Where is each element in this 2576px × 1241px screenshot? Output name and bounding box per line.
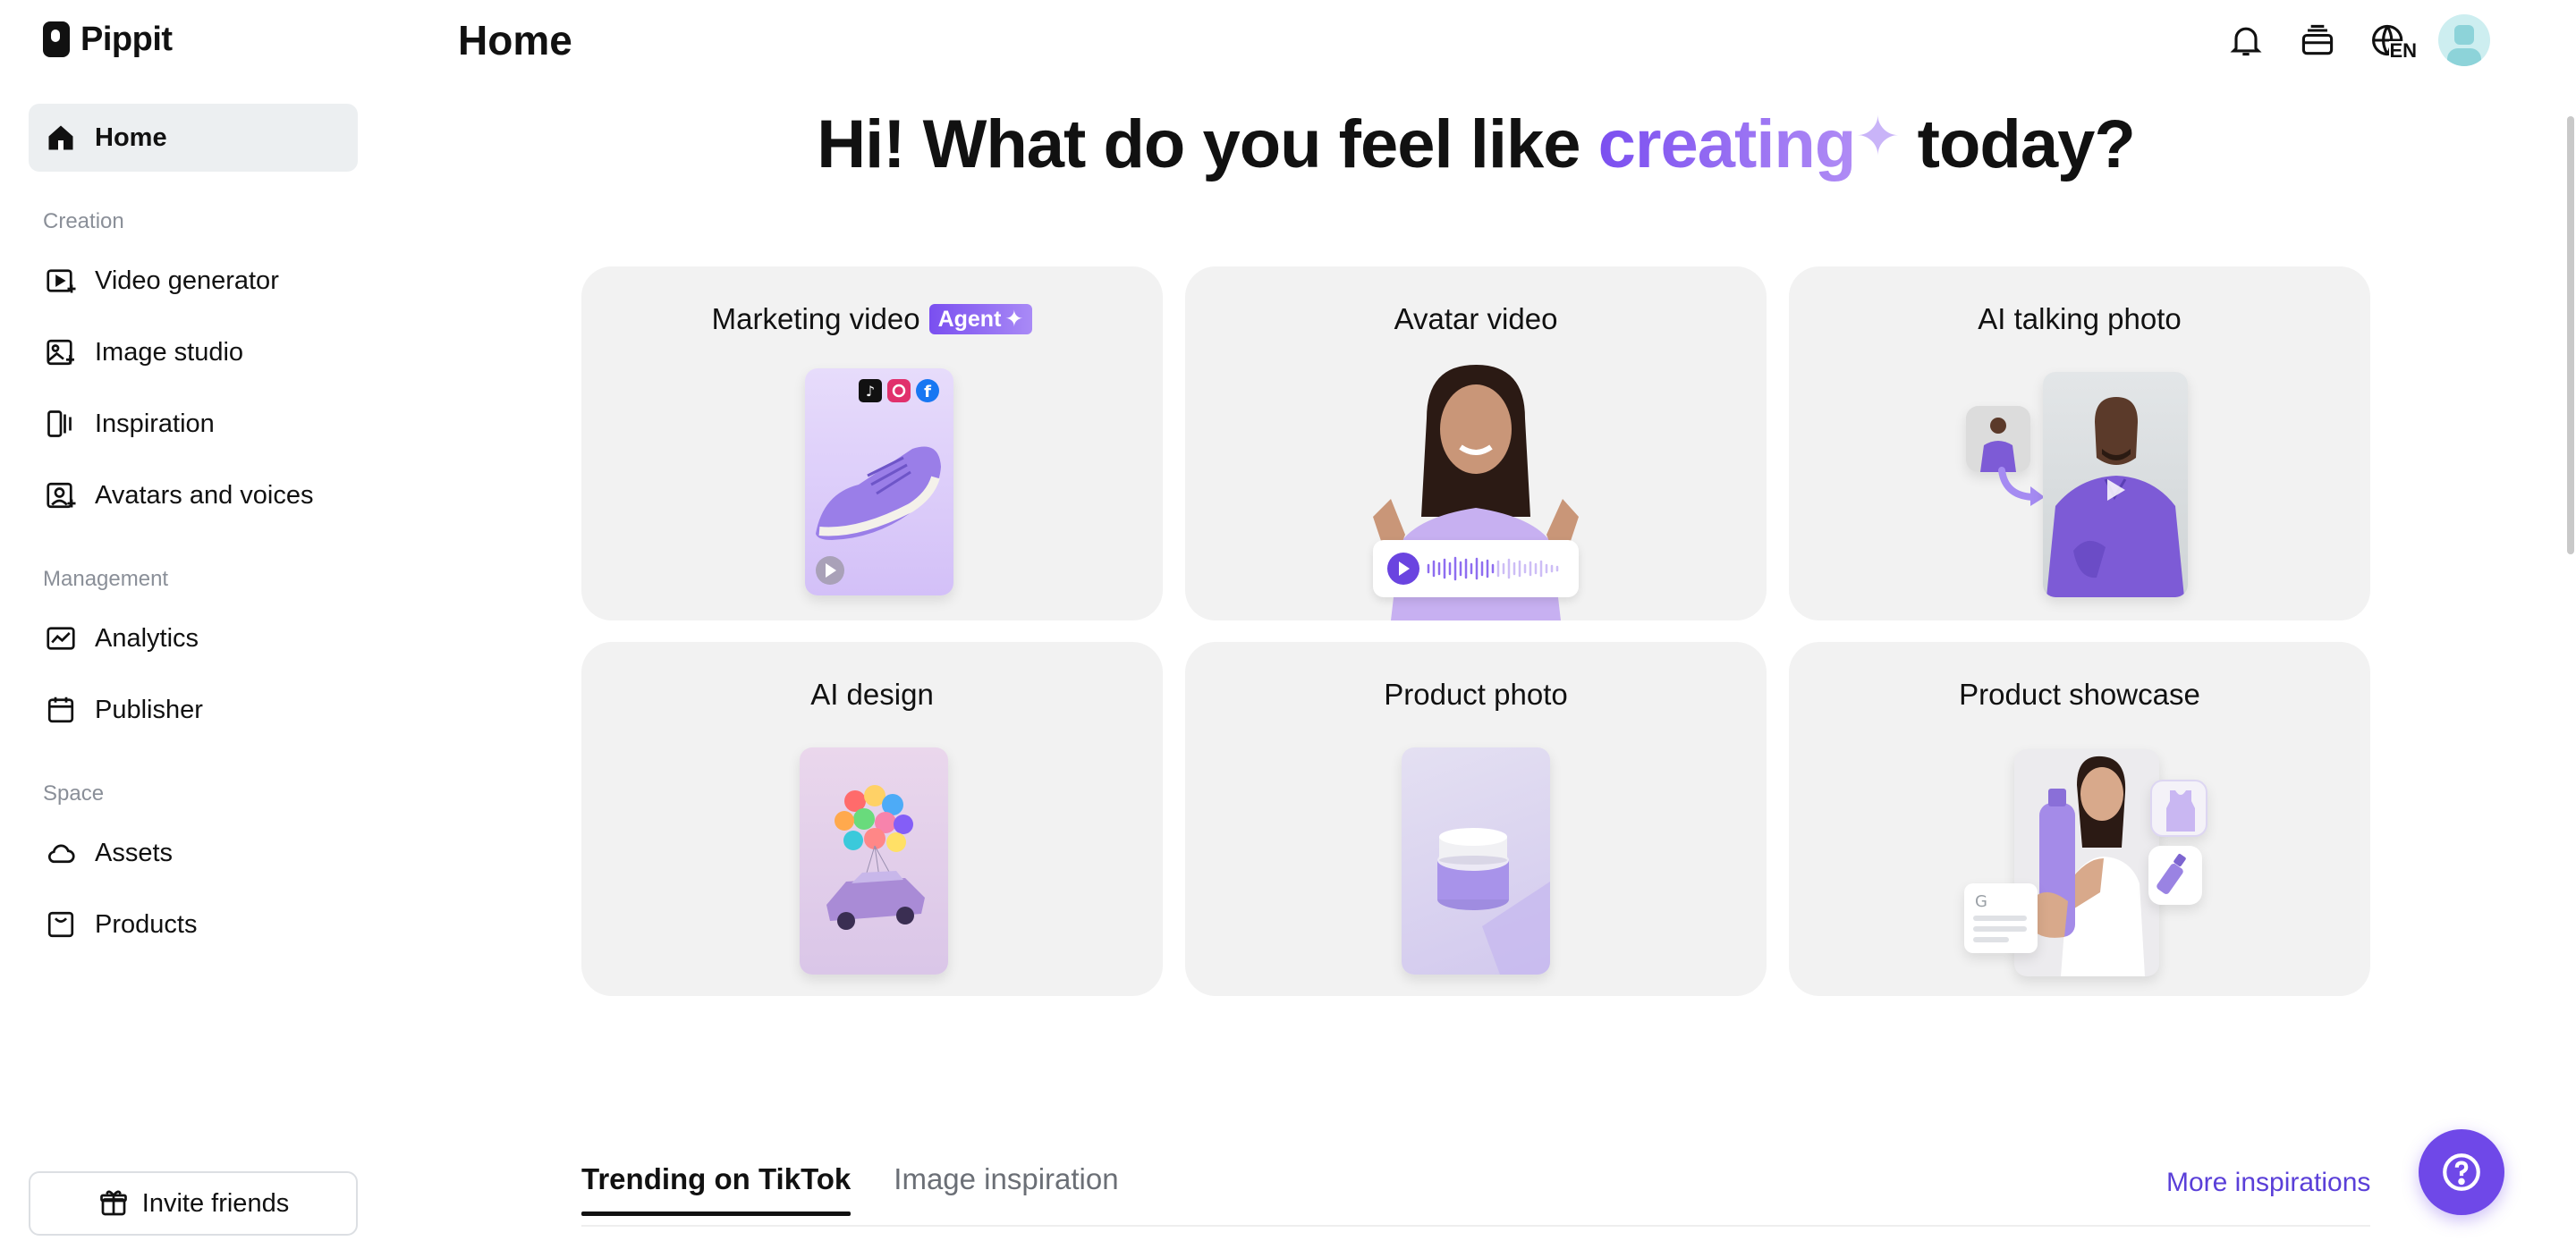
language-code: EN	[2389, 39, 2417, 62]
card-title-text: Product photo	[1384, 678, 1568, 711]
sidebar-item-image-studio[interactable]: Image studio	[29, 324, 358, 381]
language-button[interactable]: EN	[2367, 18, 2417, 63]
sidebar-item-publisher[interactable]: Publisher	[29, 681, 358, 739]
scrollbar[interactable]	[2563, 116, 2576, 554]
sidebar-item-label: Inspiration	[95, 409, 215, 438]
cloud-icon	[45, 837, 77, 869]
app-logo[interactable]: Pippit	[43, 18, 173, 61]
sidebar-item-label: Assets	[95, 838, 174, 867]
inspiration-tabs: Trending on TikTok Image inspiration	[581, 1162, 1119, 1216]
sidebar-item-label: Products	[95, 909, 198, 939]
sidebar-item-analytics[interactable]: Analytics	[29, 610, 358, 667]
agent-badge: Agent ✦	[928, 304, 1033, 334]
arrow-icon	[1998, 467, 2045, 506]
audio-player[interactable]	[1373, 540, 1579, 597]
card-title: AI talking photo	[1789, 302, 2370, 336]
sidebar-item-inspiration[interactable]: Inspiration	[29, 395, 358, 452]
card-product-showcase[interactable]: Product showcase G	[1789, 642, 2370, 996]
scrollbar-thumb[interactable]	[2567, 116, 2574, 554]
card-title-text: Product showcase	[1959, 678, 2200, 711]
card-title-text: AI design	[810, 678, 934, 711]
invite-friends-label: Invite friends	[141, 1188, 290, 1218]
sidebar-item-products[interactable]: Products	[29, 896, 358, 953]
card-ai-talking-photo[interactable]: AI talking photo	[1789, 266, 2370, 620]
avatar-icon	[45, 479, 77, 511]
tab-image-inspiration[interactable]: Image inspiration	[894, 1162, 1118, 1216]
source-photo-thumbnail	[1966, 406, 2030, 472]
tabs-divider	[581, 1225, 2370, 1227]
more-inspirations-link[interactable]: More inspirations	[2166, 1168, 2370, 1198]
svg-text:f: f	[924, 383, 931, 401]
tab-trending-on-tiktok[interactable]: Trending on TikTok	[581, 1162, 852, 1216]
card-title-text: Marketing video	[711, 302, 920, 335]
sidebar-item-label: Video generator	[95, 266, 279, 295]
invite-friends-button[interactable]: Invite friends	[29, 1171, 358, 1236]
analytics-icon	[45, 622, 77, 654]
card-title-text: AI talking photo	[1978, 302, 2182, 335]
sidebar-item-avatars-and-voices[interactable]: Avatars and voices	[29, 467, 358, 524]
layers-icon	[2301, 24, 2334, 55]
card-avatar-video[interactable]: Avatar video	[1185, 266, 1767, 620]
help-icon	[2443, 1153, 2480, 1191]
card-product-photo[interactable]: Product photo	[1185, 642, 1767, 996]
card-title: AI design	[581, 678, 1163, 712]
hero-heading: Hi! What do you feel like creating✦ toda…	[386, 106, 2565, 183]
sparkle-icon: ✦	[1855, 106, 1900, 166]
sidebar-item-home[interactable]: Home	[29, 104, 358, 172]
sparkle-icon: ✦	[1004, 307, 1024, 332]
hero-suffix: today?	[1899, 106, 2136, 182]
inspiration-icon	[45, 408, 77, 440]
help-button[interactable]	[2419, 1129, 2504, 1215]
ai-design-thumbnail	[800, 747, 948, 975]
sidebar-item-label: Image studio	[95, 337, 244, 367]
gift-icon	[97, 1187, 130, 1220]
home-icon	[45, 122, 77, 154]
sidebar-item-label: Publisher	[95, 695, 203, 724]
pippit-logo-icon	[43, 21, 70, 57]
hero-accent-word: creating	[1597, 106, 1857, 182]
video-generator-icon	[45, 265, 77, 297]
product-photo-thumbnail	[1402, 747, 1550, 975]
card-title: Marketing video Agent ✦	[581, 302, 1163, 336]
tank-top-icon	[2150, 780, 2207, 837]
notifications-button[interactable]	[2224, 18, 2268, 63]
sidebar-item-label: Analytics	[95, 623, 199, 653]
chat-card-icon: G	[1964, 883, 2038, 953]
card-title-text: Avatar video	[1394, 302, 1558, 335]
spray-bottle-icon	[2148, 846, 2202, 905]
section-label-management: Management	[43, 567, 169, 591]
card-marketing-video[interactable]: Marketing video Agent ✦ ♪ f	[581, 266, 1163, 620]
agent-badge-label: Agent	[937, 306, 1002, 332]
header-actions: EN	[2224, 14, 2490, 66]
sidebar-item-label: Home	[95, 122, 167, 152]
sidebar: Pippit Home Creation Video generator Ima…	[0, 0, 386, 1241]
svg-text:♪: ♪	[866, 383, 875, 400]
subscription-button[interactable]	[2295, 18, 2340, 63]
card-ai-design[interactable]: AI design	[581, 642, 1163, 996]
sidebar-item-label: Avatars and voices	[95, 480, 314, 510]
card-title: Avatar video	[1185, 302, 1767, 336]
section-label-creation: Creation	[43, 209, 124, 233]
card-title: Product photo	[1185, 678, 1767, 712]
sidebar-item-assets[interactable]: Assets	[29, 824, 358, 882]
hero-prefix: Hi! What do you feel like	[817, 106, 1598, 182]
sidebar-item-video-generator[interactable]: Video generator	[29, 252, 358, 309]
bag-icon	[45, 908, 77, 941]
bell-icon	[2230, 27, 2262, 56]
talking-photo-thumbnail	[2043, 372, 2188, 597]
image-studio-icon	[45, 336, 77, 368]
section-label-space: Space	[43, 781, 105, 806]
app-name: Pippit	[80, 20, 173, 58]
svg-text:G: G	[1975, 892, 1987, 911]
user-avatar[interactable]	[2438, 14, 2490, 66]
marketing-video-thumbnail: ♪ f	[805, 368, 953, 595]
card-title: Product showcase	[1789, 678, 2370, 712]
calendar-icon	[45, 694, 77, 726]
page-title: Home	[458, 17, 572, 63]
